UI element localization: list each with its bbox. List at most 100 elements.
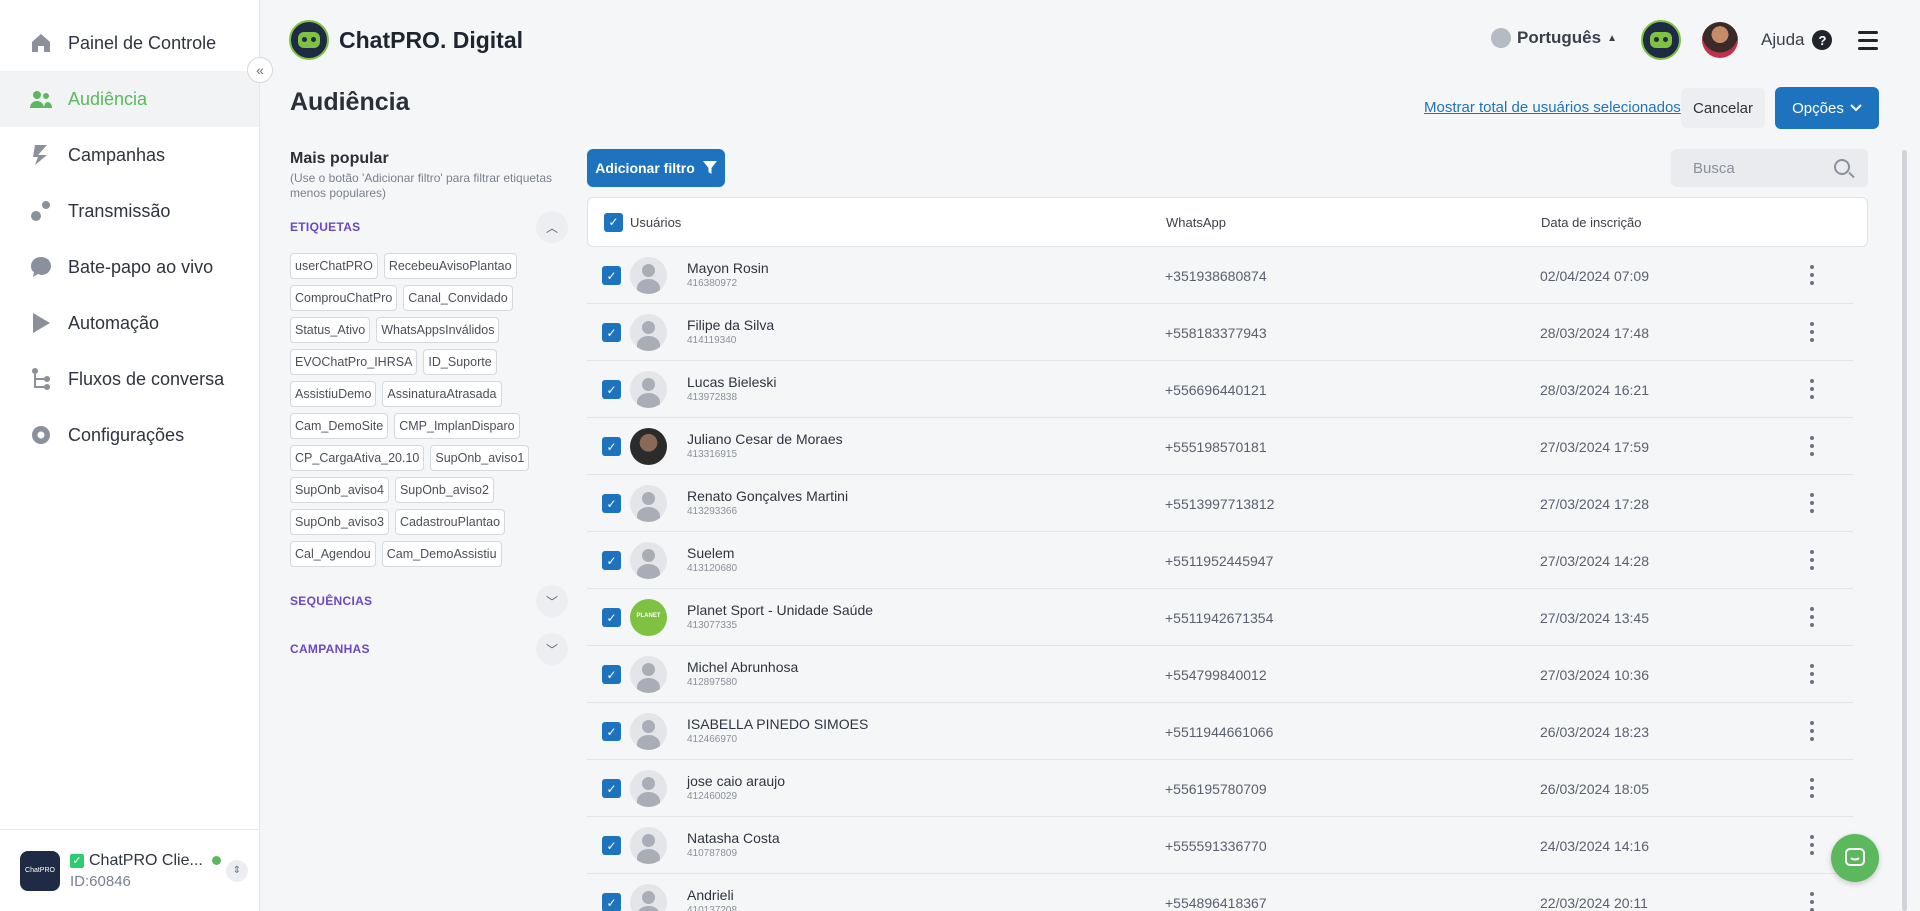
row-checkbox[interactable]: ✓	[602, 437, 621, 456]
user-avatar[interactable]	[1702, 22, 1738, 58]
section-tags[interactable]: ETIQUETAS ︿	[290, 211, 568, 243]
table-row[interactable]: ✓ Natasha Costa 410787809 +555591336770 24/0…	[587, 817, 1853, 874]
row-checkbox[interactable]: ✓	[602, 608, 621, 627]
brand[interactable]: ChatPRO. Digital	[289, 20, 523, 60]
table-row[interactable]: ✓ Filipe da Silva 414119340 +558183377943 28…	[587, 304, 1853, 361]
user-name[interactable]: Lucas Bieleski	[687, 374, 777, 390]
table-row[interactable]: ✓ ISABELLA PINEDO SIMOES 412466970 +5511944…	[587, 703, 1853, 760]
table-row[interactable]: ✓ Suelem 413120680 +5511952445947 27/03/2024…	[587, 532, 1853, 589]
more-vertical-icon[interactable]	[1807, 320, 1817, 344]
language-selector[interactable]: Português ▲	[1491, 28, 1617, 48]
tag-chip[interactable]: Cam_DemoSite	[290, 413, 389, 439]
tag-chip[interactable]: WhatsAppsInválidos	[376, 317, 500, 343]
row-checkbox[interactable]: ✓	[602, 722, 621, 741]
tag-chip[interactable]: ComprouChatPro	[290, 285, 398, 311]
sidebar-item-transmissao[interactable]: Transmissão	[0, 183, 259, 239]
more-vertical-icon[interactable]	[1807, 833, 1817, 857]
cancel-button[interactable]: Cancelar	[1681, 88, 1765, 128]
tag-chip[interactable]: Status_Ativo	[290, 317, 371, 343]
row-checkbox[interactable]: ✓	[602, 551, 621, 570]
user-name[interactable]: Natasha Costa	[687, 830, 780, 846]
more-vertical-icon[interactable]	[1807, 263, 1817, 287]
section-sequences[interactable]: SEQUÊNCIAS ﹀	[290, 585, 568, 617]
row-checkbox[interactable]: ✓	[602, 266, 621, 285]
add-filter-button[interactable]: Adicionar filtro	[587, 149, 725, 187]
more-vertical-icon[interactable]	[1807, 719, 1817, 743]
table-row[interactable]: ✓ PLANET Planet Sport - Unidade Saúde 41307…	[587, 589, 1853, 646]
tag-chip[interactable]: Cam_DemoAssistiu	[381, 541, 502, 567]
user-name[interactable]: Filipe da Silva	[687, 317, 774, 333]
tag-chip[interactable]: AssinaturaAtrasada	[382, 381, 502, 407]
tag-chip[interactable]: RecebeuAvisoPlantao	[383, 253, 517, 279]
show-total-selected-link[interactable]: Mostrar total de usuários selecionados	[1424, 99, 1681, 116]
table-row[interactable]: ✓ Mayon Rosin 416380972 +351938680874 02/04/…	[587, 247, 1853, 304]
user-name[interactable]: jose caio araujo	[687, 773, 785, 789]
sidebar-item-automacao[interactable]: Automação	[0, 295, 259, 351]
more-vertical-icon[interactable]	[1807, 776, 1817, 800]
table-row[interactable]: ✓ Renato Gonçalves Martini 413293366 +55139…	[587, 475, 1853, 532]
select-all-checkbox[interactable]: ✓	[604, 212, 623, 232]
more-vertical-icon[interactable]	[1807, 548, 1817, 572]
page-scrollbar[interactable]	[1902, 150, 1907, 911]
user-name[interactable]: ISABELLA PINEDO SIMOES	[687, 716, 868, 732]
options-button[interactable]: Opções	[1775, 87, 1879, 129]
more-vertical-icon[interactable]	[1807, 662, 1817, 686]
tag-chip[interactable]: CMP_ImplanDisparo	[394, 413, 520, 439]
tag-chip[interactable]: CP_CargaAtiva_20.10	[290, 445, 425, 471]
sidebar-item-audiencia[interactable]: Audiência	[0, 71, 259, 127]
account-logo-icon[interactable]	[1641, 20, 1681, 60]
row-checkbox[interactable]: ✓	[602, 323, 621, 342]
chevron-up-icon[interactable]: ︿	[536, 211, 568, 243]
user-name[interactable]: Michel Abrunhosa	[687, 659, 798, 675]
collapse-sidebar-button[interactable]: «	[247, 57, 273, 83]
hamburger-menu-icon[interactable]	[1858, 31, 1878, 55]
tag-chip[interactable]: CadastrouPlantao	[394, 509, 506, 535]
row-checkbox[interactable]: ✓	[602, 836, 621, 855]
row-checkbox[interactable]: ✓	[602, 779, 621, 798]
tag-chip[interactable]: Cal_Agendou	[290, 541, 376, 567]
row-checkbox[interactable]: ✓	[602, 893, 621, 911]
account-switch-icon[interactable]: ⇕	[226, 859, 248, 882]
tag-chip[interactable]: Canal_Convidado	[403, 285, 513, 311]
table-row[interactable]: ✓ Lucas Bieleski 413972838 +556696440121 28/…	[587, 361, 1853, 418]
table-row[interactable]: ✓ jose caio araujo 412460029 +556195780709 2…	[587, 760, 1853, 817]
user-name[interactable]: Mayon Rosin	[687, 260, 769, 276]
help-link[interactable]: Ajuda ?	[1761, 30, 1833, 50]
chevron-down-icon[interactable]: ﹀	[536, 633, 568, 665]
table-row[interactable]: ✓ Andrieli 410137208 +554896418367 22/03/202…	[587, 874, 1853, 911]
tag-chip[interactable]: SupOnb_aviso4	[290, 477, 389, 503]
section-campaigns[interactable]: CAMPANHAS ﹀	[290, 633, 568, 665]
table-row[interactable]: ✓ Michel Abrunhosa 412897580 +554799840012 2…	[587, 646, 1853, 703]
user-name[interactable]: Andrieli	[687, 887, 734, 903]
tag-chip[interactable]: SupOnb_aviso3	[290, 509, 389, 535]
table-row[interactable]: ✓ Juliano Cesar de Moraes 413316915 +555198…	[587, 418, 1853, 475]
support-chat-button[interactable]	[1831, 834, 1879, 882]
more-vertical-icon[interactable]	[1807, 434, 1817, 458]
row-checkbox[interactable]: ✓	[602, 665, 621, 684]
tag-chip[interactable]: AssistiuDemo	[290, 381, 377, 407]
more-vertical-icon[interactable]	[1807, 890, 1817, 911]
user-name[interactable]: Planet Sport - Unidade Saúde	[687, 602, 873, 618]
sidebar-item-configuracoes[interactable]: Configurações	[0, 407, 259, 463]
more-vertical-icon[interactable]	[1807, 377, 1817, 401]
tag-chip[interactable]: EVOChatPro_IHRSA	[290, 349, 418, 375]
row-checkbox[interactable]: ✓	[602, 494, 621, 513]
more-vertical-icon[interactable]	[1807, 491, 1817, 515]
tag-chip[interactable]: userChatPRO	[290, 253, 378, 279]
tag-chip[interactable]: SupOnb_aviso1	[430, 445, 530, 471]
tag-chip[interactable]: ID_Suporte	[423, 349, 497, 375]
sidebar-item-campanhas[interactable]: Campanhas	[0, 127, 259, 183]
tag-chip[interactable]: SupOnb_aviso2	[394, 477, 494, 503]
sidebar-item-bate-papo-ao-vivo[interactable]: Bate-papo ao vivo	[0, 239, 259, 295]
sidebar-item-fluxos-de-conversa[interactable]: Fluxos de conversa	[0, 351, 259, 407]
user-name[interactable]: Suelem	[687, 545, 734, 561]
search-input[interactable]: Busca	[1671, 149, 1868, 187]
user-name[interactable]: Renato Gonçalves Martini	[687, 488, 848, 504]
user-name[interactable]: Juliano Cesar de Moraes	[687, 431, 843, 447]
row-checkbox[interactable]: ✓	[602, 380, 621, 399]
chevron-down-icon[interactable]: ﹀	[536, 585, 568, 617]
sidebar-item-painel-de-controle[interactable]: Painel de Controle	[0, 15, 259, 71]
account-name-row: ✓ ChatPRO Clie...	[70, 852, 221, 870]
account-switcher[interactable]: ChatPRO ✓ ChatPRO Clie... ID:60846 ⇕	[0, 829, 260, 911]
more-vertical-icon[interactable]	[1807, 605, 1817, 629]
